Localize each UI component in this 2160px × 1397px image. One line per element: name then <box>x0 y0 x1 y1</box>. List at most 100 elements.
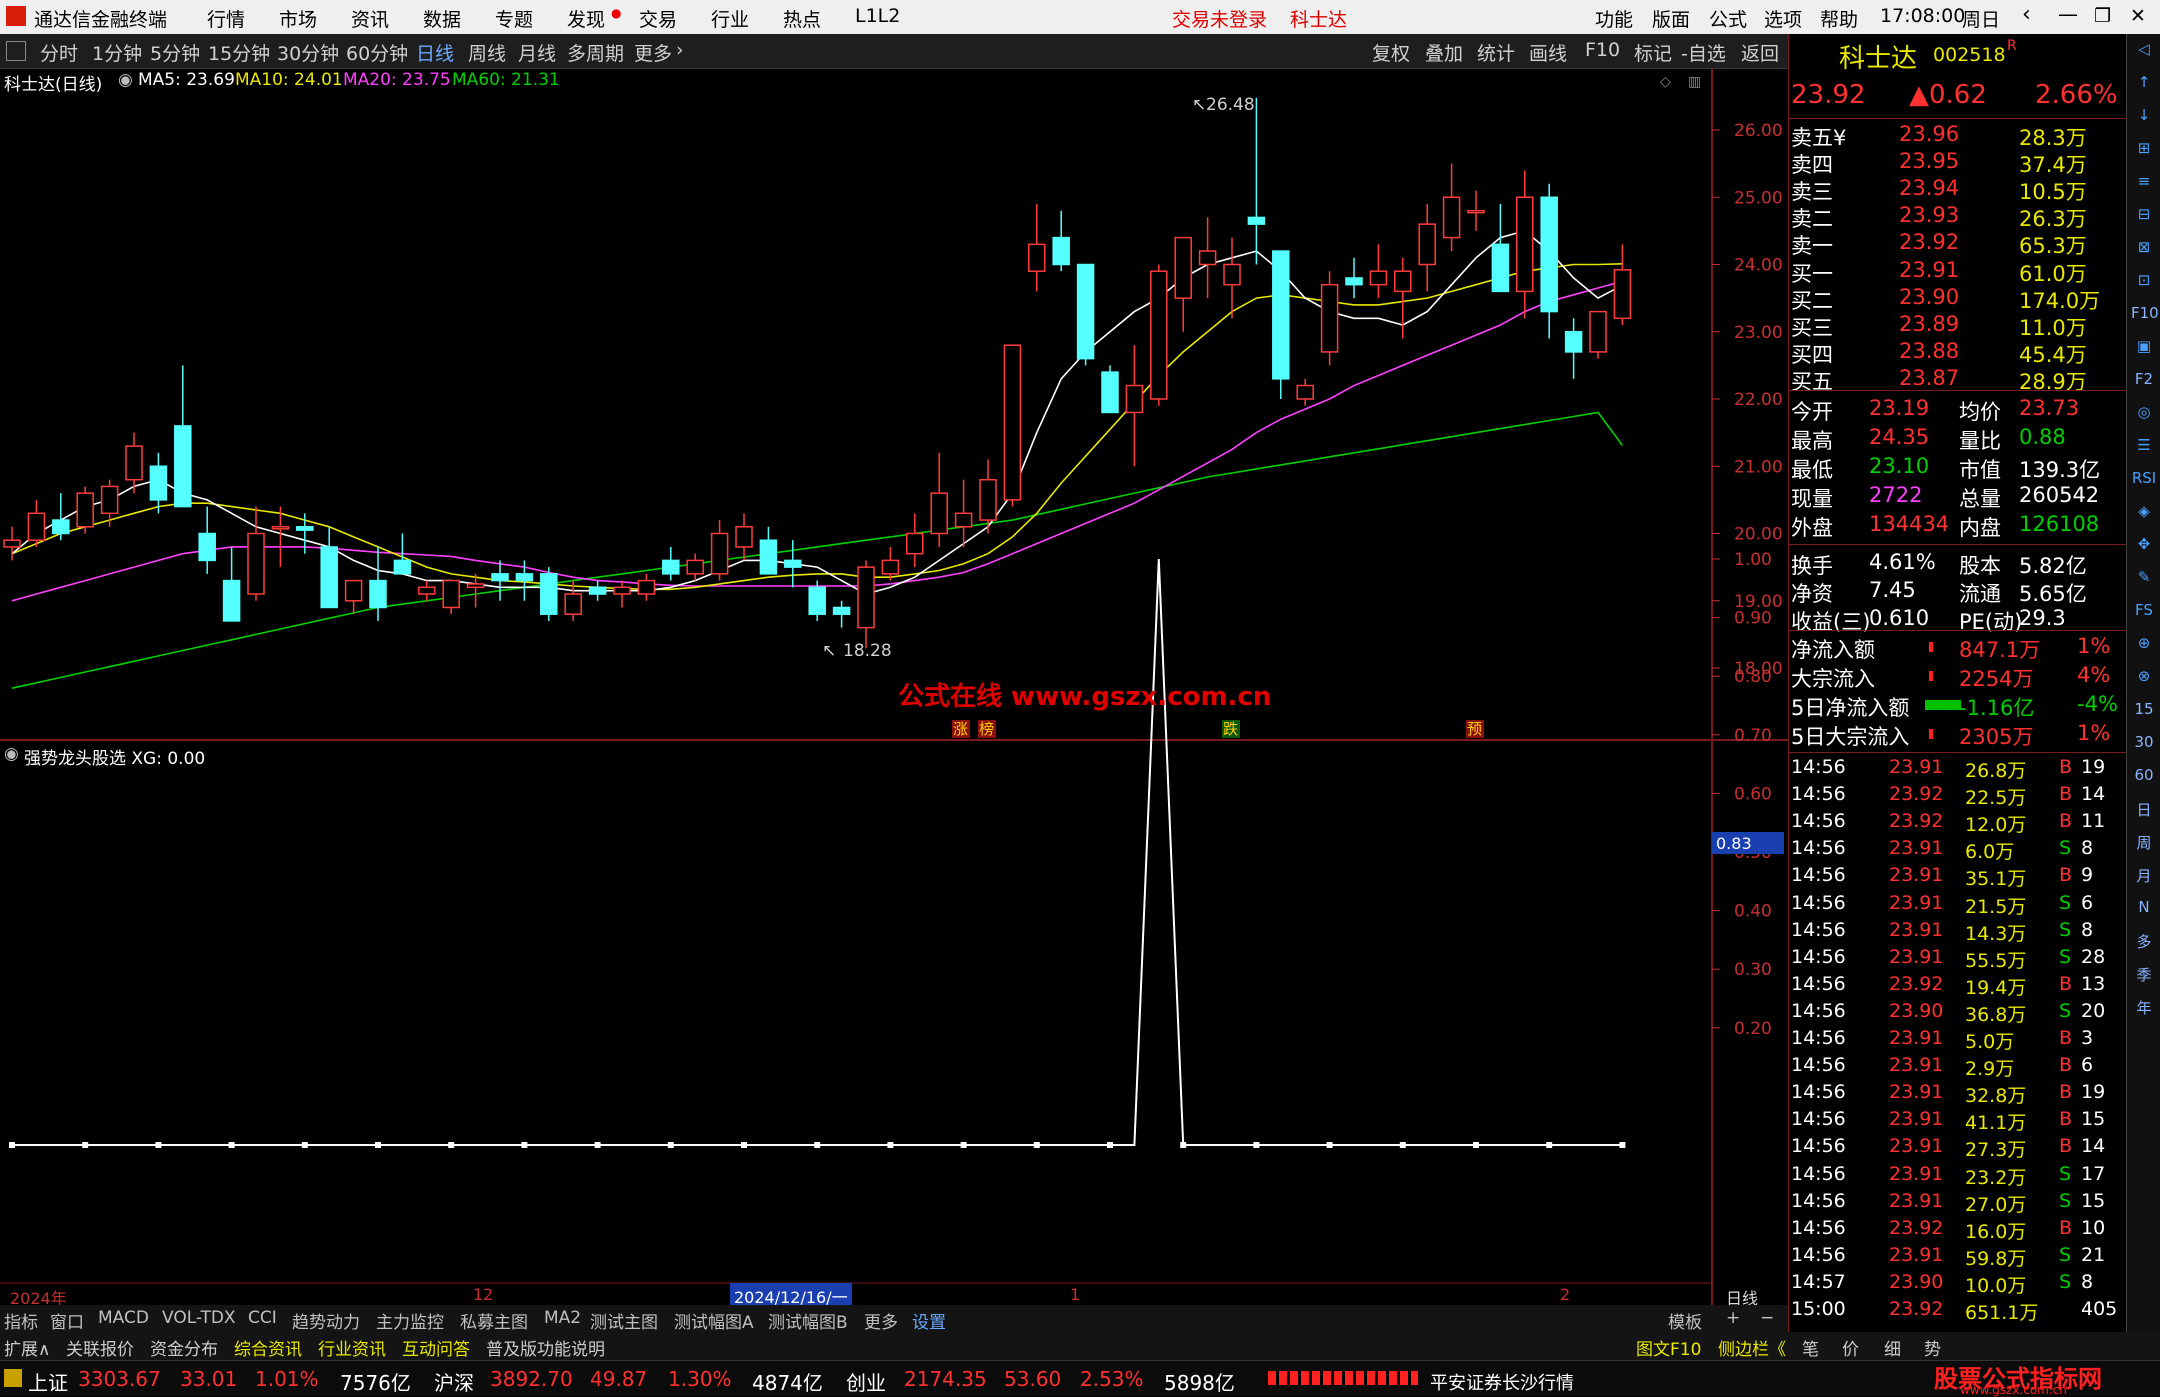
sidebar-icon-3[interactable]: ⊞ <box>2131 139 2157 161</box>
tab-bi[interactable]: 笔 <box>1802 1335 1819 1360</box>
sidebar-icon-19[interactable]: ⊗ <box>2131 667 2157 689</box>
diamond-icon[interactable]: ◇ <box>1660 74 1671 90</box>
restore-icon[interactable]: ❐ <box>2094 5 2111 27</box>
sidebar-icon-29[interactable]: 年 <box>2131 997 2157 1019</box>
btn-diejia[interactable]: 叠加 <box>1425 39 1463 66</box>
sidebar-icon-15[interactable]: ✥ <box>2131 535 2157 557</box>
period-30min[interactable]: 30分钟 <box>277 39 339 66</box>
menu-redian[interactable]: 热点 <box>783 5 821 32</box>
sidebar-icon-17[interactable]: FS <box>2131 601 2157 623</box>
menu-bangzhu[interactable]: 帮助 <box>1820 5 1858 32</box>
minimize-icon[interactable]: — <box>2058 2 2078 26</box>
tab-moban[interactable]: 模板 <box>1668 1308 1702 1333</box>
menu-l1l2[interactable]: L1L2 <box>855 5 900 27</box>
btn-fanhui[interactable]: 返回 <box>1741 39 1779 66</box>
period-1min[interactable]: 1分钟 <box>92 39 142 66</box>
sidebar-icon-0[interactable]: ◁ <box>2131 40 2157 62</box>
sidebar-icon-24[interactable]: 周 <box>2131 832 2157 854</box>
menu-shuju[interactable]: 数据 <box>423 5 461 32</box>
period-60min[interactable]: 60分钟 <box>346 39 408 66</box>
menu-hangqing[interactable]: 行情 <box>207 5 245 32</box>
sidebar-icon-27[interactable]: 多 <box>2131 931 2157 953</box>
menu-xuanxiang[interactable]: 选项 <box>1764 5 1802 32</box>
menu-banmian[interactable]: 版面 <box>1652 5 1690 32</box>
index-icon[interactable] <box>4 1369 22 1387</box>
tab-zhibiao[interactable]: 指标 <box>4 1308 38 1333</box>
tab-ceshizhutu[interactable]: 测试主图 <box>590 1308 658 1333</box>
sidebar-icon-4[interactable]: ≡ <box>2131 172 2157 194</box>
tab-puji[interactable]: 普及版功能说明 <box>486 1335 605 1360</box>
marker-bang[interactable]: 榜 <box>979 720 994 738</box>
sidebar-icon-5[interactable]: ⊟ <box>2131 205 2157 227</box>
tab-simu[interactable]: 私募主图 <box>460 1308 528 1333</box>
cy-name[interactable]: 创业 <box>846 1367 886 1396</box>
menu-jiaoyi[interactable]: 交易 <box>639 5 677 32</box>
tab-ceshifutu-a[interactable]: 测试幅图A <box>674 1308 754 1333</box>
tab-macd[interactable]: MACD <box>98 1308 149 1328</box>
tab-qushi[interactable]: 趋势动力 <box>292 1308 360 1333</box>
tab-add[interactable]: + <box>1726 1308 1740 1328</box>
menu-hangye[interactable]: 行业 <box>711 5 749 32</box>
marker-zhang[interactable]: 涨 <box>953 720 968 738</box>
menu-gongneng[interactable]: 功能 <box>1595 5 1633 32</box>
period-more[interactable]: 更多 <box>634 39 672 66</box>
btn-biaoji[interactable]: 标记 <box>1634 39 1672 66</box>
tab-shezhi[interactable]: 设置 <box>912 1308 946 1333</box>
btn-tongji[interactable]: 统计 <box>1477 39 1515 66</box>
settings-dot-icon[interactable]: ◉ <box>118 70 133 90</box>
marker-die[interactable]: 跌 <box>1223 720 1238 738</box>
period-daily[interactable]: 日线 <box>416 39 454 66</box>
tab-guanlian[interactable]: 关联报价 <box>66 1335 134 1360</box>
sidebar-icon-18[interactable]: ⊕ <box>2131 634 2157 656</box>
sidebar-icon-1[interactable]: ↑ <box>2131 73 2157 95</box>
menu-faxian[interactable]: 发现 <box>567 5 605 32</box>
sidebar-icon-11[interactable]: ◎ <box>2131 403 2157 425</box>
tab-xi[interactable]: 细 <box>1884 1335 1901 1360</box>
period-weekly[interactable]: 周线 <box>468 39 506 66</box>
tab-tuwen-f10[interactable]: 图文F10 <box>1636 1335 1701 1360</box>
tab-zonghe[interactable]: 综合资讯 <box>234 1335 302 1360</box>
tab-jia[interactable]: 价 <box>1842 1335 1859 1360</box>
tab-chuangkou[interactable]: 窗口 <box>50 1308 84 1333</box>
tab-cebianlan[interactable]: 侧边栏《 <box>1718 1335 1786 1360</box>
marker-yu[interactable]: 预 <box>1467 720 1482 738</box>
sidebar-icon-10[interactable]: F2 <box>2131 370 2157 392</box>
chevron-right-icon[interactable]: › <box>676 39 684 61</box>
menu-shichang[interactable]: 市场 <box>279 5 317 32</box>
tab-kuozhan[interactable]: 扩展∧ <box>4 1335 50 1360</box>
menu-zhuanti[interactable]: 专题 <box>495 5 533 32</box>
sidebar-icon-8[interactable]: F10 <box>2131 304 2159 326</box>
sidebar-icon-7[interactable]: ⊡ <box>2131 271 2157 293</box>
btn-zixuan[interactable]: -自选 <box>1681 39 1726 66</box>
menu-gongshi[interactable]: 公式 <box>1709 5 1747 32</box>
sidebar-icon-20[interactable]: 15 <box>2131 700 2157 722</box>
period-multi[interactable]: 多周期 <box>567 39 624 66</box>
sidebar-icon-22[interactable]: 60 <box>2131 766 2157 788</box>
tab-vol-tdx[interactable]: VOL-TDX <box>162 1308 236 1328</box>
tab-hudong[interactable]: 互动问答 <box>402 1335 470 1360</box>
sidebar-icon-13[interactable]: RSI <box>2131 469 2157 491</box>
sidebar-icon-6[interactable]: ⊠ <box>2131 238 2157 260</box>
chart-area[interactable]: 26.0025.0024.0023.0022.0021.0020.0019.00… <box>0 68 1788 1305</box>
sidebar-icon-26[interactable]: N <box>2131 898 2157 920</box>
tab-ma2[interactable]: MA2 <box>544 1308 581 1328</box>
tab-cci[interactable]: CCI <box>248 1308 277 1328</box>
toggle-panel-icon[interactable] <box>6 41 26 61</box>
period-fenshi[interactable]: 分时 <box>40 39 78 66</box>
tab-shi[interactable]: 势 <box>1924 1335 1941 1360</box>
tab-zijin[interactable]: 资金分布 <box>150 1335 218 1360</box>
sidebar-icon-25[interactable]: 月 <box>2131 865 2157 887</box>
period-5min[interactable]: 5分钟 <box>150 39 200 66</box>
sub-settings-icon[interactable]: ◉ <box>4 744 19 764</box>
sidebar-icon-14[interactable]: ◈ <box>2131 502 2157 524</box>
login-status[interactable]: 交易未登录 <box>1172 5 1267 32</box>
menu-zixun[interactable]: 资讯 <box>351 5 389 32</box>
sidebar-icon-12[interactable]: ☰ <box>2131 436 2157 458</box>
sidebar-icon-23[interactable]: 日 <box>2131 799 2157 821</box>
period-15min[interactable]: 15分钟 <box>208 39 270 66</box>
btn-fuquan[interactable]: 复权 <box>1372 39 1410 66</box>
sidebar-icon-28[interactable]: 季 <box>2131 964 2157 986</box>
close-icon[interactable]: ✕ <box>2130 5 2146 27</box>
tab-ceshifutu-b[interactable]: 测试幅图B <box>768 1308 848 1333</box>
sidebar-icon-21[interactable]: 30 <box>2131 733 2157 755</box>
